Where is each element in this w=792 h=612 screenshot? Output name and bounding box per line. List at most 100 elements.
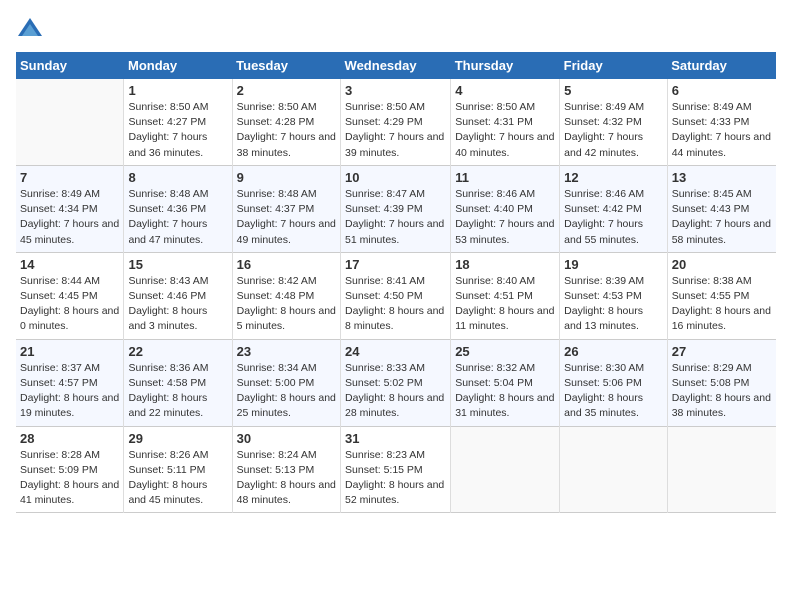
day-number: 9 xyxy=(237,170,336,185)
calendar-cell: 13 Sunrise: 8:45 AMSunset: 4:43 PMDayligh… xyxy=(667,165,776,252)
calendar-cell: 27 Sunrise: 8:29 AMSunset: 5:08 PMDayligh… xyxy=(667,339,776,426)
calendar-cell: 16 Sunrise: 8:42 AMSunset: 4:48 PMDayligh… xyxy=(232,252,340,339)
calendar-cell: 28Sunrise: 8:28 AMSunset: 5:09 PMDayligh… xyxy=(16,426,124,513)
day-info: Sunrise: 8:42 AMSunset: 4:48 PMDaylight:… xyxy=(237,274,336,335)
calendar-cell: 30 Sunrise: 8:24 AMSunset: 5:13 PMDayligh… xyxy=(232,426,340,513)
calendar-cell: 17 Sunrise: 8:41 AMSunset: 4:50 PMDayligh… xyxy=(341,252,451,339)
day-number: 26 xyxy=(564,344,663,359)
day-number: 16 xyxy=(237,257,336,272)
day-info: Sunrise: 8:45 AMSunset: 4:43 PMDaylight:… xyxy=(672,187,772,248)
calendar-cell: 24 Sunrise: 8:33 AMSunset: 5:02 PMDayligh… xyxy=(341,339,451,426)
day-info: Sunrise: 8:32 AMSunset: 5:04 PMDaylight:… xyxy=(455,361,555,422)
day-info: Sunrise: 8:26 AMSunset: 5:11 PMDaylight:… xyxy=(128,448,227,509)
day-info: Sunrise: 8:37 AMSunset: 4:57 PMDaylight:… xyxy=(20,361,119,422)
calendar-cell: 3 Sunrise: 8:50 AMSunset: 4:29 PMDaylight… xyxy=(341,79,451,165)
calendar-cell: 2Sunrise: 8:50 AMSunset: 4:28 PMDaylight… xyxy=(232,79,340,165)
calendar-cell: 9Sunrise: 8:48 AMSunset: 4:37 PMDaylight… xyxy=(232,165,340,252)
calendar-cell: 20 Sunrise: 8:38 AMSunset: 4:55 PMDayligh… xyxy=(667,252,776,339)
day-number: 14 xyxy=(20,257,119,272)
day-info: Sunrise: 8:49 AMSunset: 4:34 PMDaylight:… xyxy=(20,187,119,248)
weekday-header-tuesday: Tuesday xyxy=(232,52,340,79)
calendar-cell: 25 Sunrise: 8:32 AMSunset: 5:04 PMDayligh… xyxy=(451,339,560,426)
day-number: 22 xyxy=(128,344,227,359)
day-number: 20 xyxy=(672,257,772,272)
calendar-week-5: 28Sunrise: 8:28 AMSunset: 5:09 PMDayligh… xyxy=(16,426,776,513)
day-number: 30 xyxy=(237,431,336,446)
day-info: Sunrise: 8:46 AMSunset: 4:42 PMDaylight:… xyxy=(564,187,663,248)
day-number: 13 xyxy=(672,170,772,185)
calendar-cell: 22 Sunrise: 8:36 AMSunset: 4:58 PMDayligh… xyxy=(124,339,232,426)
weekday-header-thursday: Thursday xyxy=(451,52,560,79)
day-number: 23 xyxy=(237,344,336,359)
day-info: Sunrise: 8:24 AMSunset: 5:13 PMDaylight:… xyxy=(237,448,336,509)
weekday-header-sunday: Sunday xyxy=(16,52,124,79)
logo xyxy=(16,16,48,44)
day-info: Sunrise: 8:50 AMSunset: 4:27 PMDaylight:… xyxy=(128,100,227,161)
calendar-cell xyxy=(16,79,124,165)
calendar-week-2: 7 Sunrise: 8:49 AMSunset: 4:34 PMDaylight… xyxy=(16,165,776,252)
day-info: Sunrise: 8:38 AMSunset: 4:55 PMDaylight:… xyxy=(672,274,772,335)
day-number: 2 xyxy=(237,83,336,98)
day-number: 24 xyxy=(345,344,446,359)
calendar-cell: 14Sunrise: 8:44 AMSunset: 4:45 PMDayligh… xyxy=(16,252,124,339)
day-number: 11 xyxy=(455,170,555,185)
day-info: Sunrise: 8:43 AMSunset: 4:46 PMDaylight:… xyxy=(128,274,227,335)
calendar-cell: 7 Sunrise: 8:49 AMSunset: 4:34 PMDaylight… xyxy=(16,165,124,252)
calendar-cell: 6 Sunrise: 8:49 AMSunset: 4:33 PMDaylight… xyxy=(667,79,776,165)
day-number: 31 xyxy=(345,431,446,446)
day-info: Sunrise: 8:49 AMSunset: 4:33 PMDaylight:… xyxy=(672,100,772,161)
day-number: 5 xyxy=(564,83,663,98)
day-number: 4 xyxy=(455,83,555,98)
day-info: Sunrise: 8:36 AMSunset: 4:58 PMDaylight:… xyxy=(128,361,227,422)
day-info: Sunrise: 8:49 AMSunset: 4:32 PMDaylight:… xyxy=(564,100,663,161)
day-number: 18 xyxy=(455,257,555,272)
day-info: Sunrise: 8:47 AMSunset: 4:39 PMDaylight:… xyxy=(345,187,446,248)
day-number: 8 xyxy=(128,170,227,185)
header xyxy=(16,16,776,44)
day-info: Sunrise: 8:29 AMSunset: 5:08 PMDaylight:… xyxy=(672,361,772,422)
day-info: Sunrise: 8:46 AMSunset: 4:40 PMDaylight:… xyxy=(455,187,555,248)
calendar-cell: 5 Sunrise: 8:49 AMSunset: 4:32 PMDaylight… xyxy=(560,79,668,165)
calendar-cell: 10 Sunrise: 8:47 AMSunset: 4:39 PMDayligh… xyxy=(341,165,451,252)
day-number: 6 xyxy=(672,83,772,98)
calendar-cell: 21 Sunrise: 8:37 AMSunset: 4:57 PMDayligh… xyxy=(16,339,124,426)
day-number: 7 xyxy=(20,170,119,185)
weekday-header-monday: Monday xyxy=(124,52,232,79)
logo-icon xyxy=(16,16,44,44)
calendar-cell: 29 Sunrise: 8:26 AMSunset: 5:11 PMDayligh… xyxy=(124,426,232,513)
calendar-cell: 4Sunrise: 8:50 AMSunset: 4:31 PMDaylight… xyxy=(451,79,560,165)
day-number: 27 xyxy=(672,344,772,359)
weekday-header-wednesday: Wednesday xyxy=(341,52,451,79)
calendar-cell: 18 Sunrise: 8:40 AMSunset: 4:51 PMDayligh… xyxy=(451,252,560,339)
day-number: 29 xyxy=(128,431,227,446)
calendar-cell: 23 Sunrise: 8:34 AMSunset: 5:00 PMDayligh… xyxy=(232,339,340,426)
day-info: Sunrise: 8:34 AMSunset: 5:00 PMDaylight:… xyxy=(237,361,336,422)
day-number: 15 xyxy=(128,257,227,272)
day-info: Sunrise: 8:33 AMSunset: 5:02 PMDaylight:… xyxy=(345,361,446,422)
day-number: 21 xyxy=(20,344,119,359)
calendar-cell: 31 Sunrise: 8:23 AMSunset: 5:15 PMDayligh… xyxy=(341,426,451,513)
calendar-cell: 12 Sunrise: 8:46 AMSunset: 4:42 PMDayligh… xyxy=(560,165,668,252)
day-info: Sunrise: 8:48 AMSunset: 4:36 PMDaylight:… xyxy=(128,187,227,248)
day-info: Sunrise: 8:50 AMSunset: 4:29 PMDaylight:… xyxy=(345,100,446,161)
calendar-cell: 8 Sunrise: 8:48 AMSunset: 4:36 PMDaylight… xyxy=(124,165,232,252)
day-info: Sunrise: 8:39 AMSunset: 4:53 PMDaylight:… xyxy=(564,274,663,335)
calendar-table: SundayMondayTuesdayWednesdayThursdayFrid… xyxy=(16,52,776,513)
calendar-cell xyxy=(667,426,776,513)
calendar-cell: 19Sunrise: 8:39 AMSunset: 4:53 PMDayligh… xyxy=(560,252,668,339)
day-info: Sunrise: 8:23 AMSunset: 5:15 PMDaylight:… xyxy=(345,448,446,509)
day-info: Sunrise: 8:28 AMSunset: 5:09 PMDaylight:… xyxy=(20,448,119,509)
day-info: Sunrise: 8:41 AMSunset: 4:50 PMDaylight:… xyxy=(345,274,446,335)
weekday-header-saturday: Saturday xyxy=(667,52,776,79)
calendar-week-4: 21 Sunrise: 8:37 AMSunset: 4:57 PMDayligh… xyxy=(16,339,776,426)
day-number: 12 xyxy=(564,170,663,185)
day-number: 10 xyxy=(345,170,446,185)
calendar-cell xyxy=(451,426,560,513)
calendar-cell xyxy=(560,426,668,513)
calendar-cell: 15 Sunrise: 8:43 AMSunset: 4:46 PMDayligh… xyxy=(124,252,232,339)
day-number: 3 xyxy=(345,83,446,98)
calendar-week-1: 1Sunrise: 8:50 AMSunset: 4:27 PMDaylight… xyxy=(16,79,776,165)
day-info: Sunrise: 8:40 AMSunset: 4:51 PMDaylight:… xyxy=(455,274,555,335)
day-number: 17 xyxy=(345,257,446,272)
day-number: 25 xyxy=(455,344,555,359)
